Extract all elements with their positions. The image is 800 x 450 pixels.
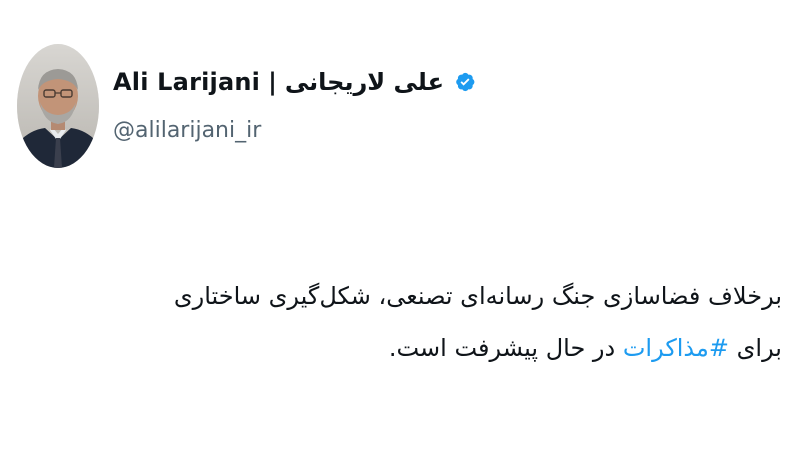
- tweet-line-2-before: برای: [728, 334, 782, 362]
- tweet-line-2: برای #مذاکرات در حال پیشرفت است.: [22, 322, 782, 374]
- author-name-separator: |: [268, 68, 277, 96]
- author-avatar[interactable]: [17, 44, 99, 168]
- verified-badge-icon: [456, 72, 475, 92]
- tweet-line-2-after: در حال پیشرفت است.: [388, 334, 623, 362]
- hashtag-link[interactable]: #مذاکرات: [623, 334, 729, 362]
- tweet-line-1: برخلاف فضاسازی جنگ رسانه‌ای تصنعی، شکل‌گ…: [173, 282, 782, 310]
- author-handle[interactable]: @alilarijani_ir: [113, 118, 261, 143]
- author-name-latin: Ali Larijani: [113, 68, 261, 96]
- author-name-farsi: علی لاریجانی: [284, 68, 444, 96]
- tweet-text: برخلاف فضاسازی جنگ رسانه‌ای تصنعی، شکل‌گ…: [22, 270, 782, 374]
- avatar-image: [17, 44, 99, 168]
- tweet-card: Ali Larijani | علی لاریجانی @alilarijani…: [0, 0, 800, 450]
- author-display-name[interactable]: Ali Larijani | علی لاریجانی: [113, 62, 476, 102]
